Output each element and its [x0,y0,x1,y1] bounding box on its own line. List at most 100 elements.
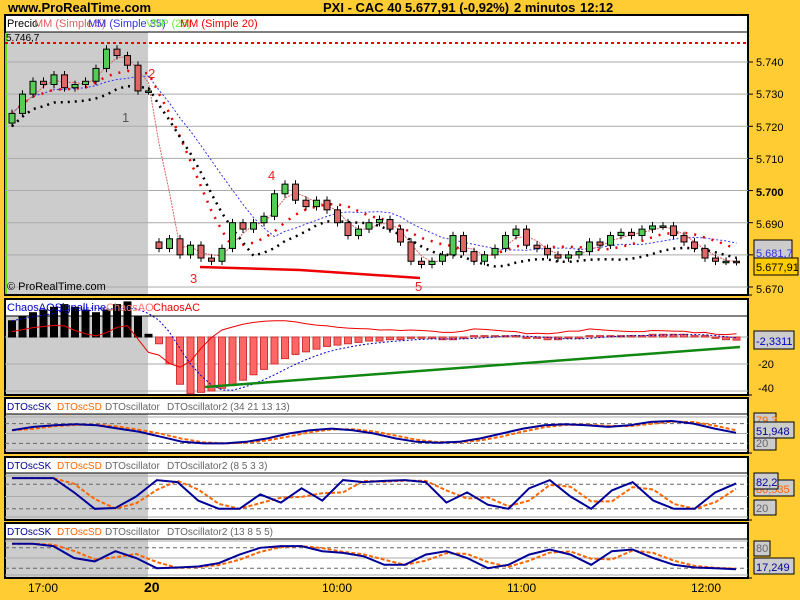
tick-5670: 5.670 [756,284,784,296]
tick-5720: 5.720 [756,122,784,134]
ao-bar [312,336,321,350]
ao-bar [564,336,573,339]
ao-bar [281,336,289,360]
candle [397,228,404,243]
candle [229,222,236,249]
candle [638,228,646,237]
ao-bar [218,336,226,389]
candle [460,235,467,253]
ao-bar [18,316,27,338]
candle [670,225,677,237]
ao-bar [186,336,195,395]
dto3-legend-sk: DTOscSK [7,527,52,538]
annotation-4: 4 [268,168,275,183]
instrument-title: PXI - CAC 40 [323,0,402,15]
candle [155,241,163,249]
candle [29,80,37,95]
interval: 2 minutos [514,0,575,15]
ao-bar [323,336,331,347]
candle [407,241,415,262]
watermark: © ProRealTime.com [7,281,106,293]
ao-bar [459,336,468,339]
candle [554,254,562,259]
ao-bar [711,336,720,339]
candle [197,244,205,259]
ao-bar [92,312,100,338]
candle [712,257,719,262]
dto2-legend-osc: DTOscillator [105,461,160,472]
legend-ao-signal: ChaosAOSignalLine [7,302,106,314]
candle [691,241,698,249]
chart-canvas: www.ProRealTime.com PXI - CAC 40 5.677,9… [4,0,799,595]
ao-bar [386,336,394,341]
candle [376,218,383,224]
candle [449,235,457,256]
ao-bar [470,335,478,338]
ao-bar [165,336,174,365]
tick-5690: 5.690 [756,219,784,231]
ao-bar [690,335,699,338]
candle [302,199,310,208]
ao-bar [522,336,531,339]
dto1-sk-badge: 51,948 [756,426,790,438]
ao-bar [270,336,279,365]
candle [365,222,373,230]
annotation-2: 2 [148,66,155,81]
ao-bar [8,320,16,338]
candle [103,48,110,69]
legend-ac: ChaosAC [153,302,200,314]
ao-bar [585,335,594,338]
dto2-low-badge: 20 [756,503,768,515]
dto2-legend-sk: DTOscSK [7,461,52,472]
candle [50,74,58,85]
candle [701,247,709,259]
candle [544,247,551,256]
candle [533,244,541,249]
ao-bar [333,336,342,346]
dto1-legend-osc2: DTOscillator2 (34 21 13 13) [167,402,290,413]
tick-5700: 5.700 [756,187,784,199]
candle [134,64,142,92]
ao-bar [701,335,709,338]
candle [239,222,247,230]
candle [250,222,257,230]
tick-5740: 5.740 [756,57,784,69]
candle [208,257,215,262]
ao-bar [396,336,405,341]
ao-bar [480,335,489,338]
time-tick-1000: 10:00 [322,581,352,595]
site-name[interactable]: www.ProRealTime.com [7,0,151,15]
annotation-3: 3 [190,271,197,286]
ao-bar [155,336,163,345]
candle [71,83,79,89]
candle [166,238,173,249]
candle [218,247,226,262]
candle [512,228,520,237]
ao-bar [407,336,415,339]
candle [680,235,688,243]
dto1-legend-osc: DTOscillator [105,402,160,413]
candle [145,90,152,93]
candle [8,112,16,124]
ao-bar [575,336,583,339]
candle [281,183,289,195]
ao-bar [291,336,300,356]
candle [428,260,436,265]
dto2-legend-sd: DTOscSD [57,461,102,472]
candle [659,225,667,228]
candle [124,55,131,66]
ao-bar [260,336,268,370]
ao-bar [207,336,216,392]
candle [722,260,730,264]
candle [649,225,656,230]
candle [596,241,604,246]
candle [92,67,100,82]
ao-bar [39,309,48,338]
candle [82,80,89,85]
candle [502,235,509,249]
candle [344,222,352,237]
candle [292,183,299,201]
dto3-legend-osc2: DTOscillator2 (13 8 5 5) [167,527,273,538]
tick-5730: 5.730 [756,89,784,101]
candle [481,254,488,262]
